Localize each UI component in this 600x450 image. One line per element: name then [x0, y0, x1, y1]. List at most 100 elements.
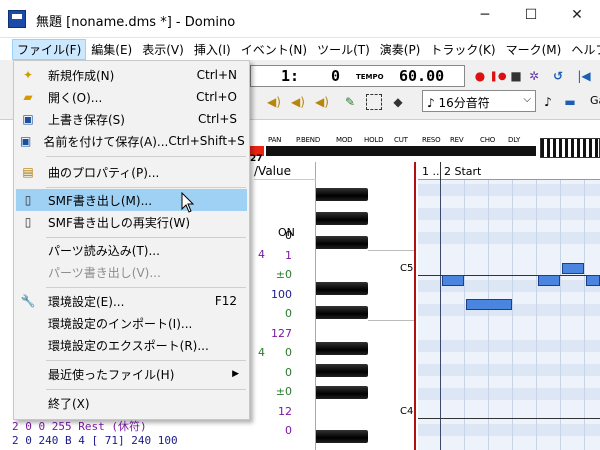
- value-column: 0 1 ±0 100 0 127 0 0 ±0 12 0: [252, 226, 292, 441]
- speaker-all-icon[interactable]: ◀): [314, 94, 330, 110]
- title-bar: 無題 [noname.dms *] - Domino ─ ☐ ✕: [0, 0, 600, 38]
- midi-note[interactable]: [586, 275, 600, 286]
- pause-record-icon[interactable]: ❚●: [489, 68, 506, 84]
- stop-icon[interactable]: ■: [508, 68, 524, 84]
- file-menu-dropdown: ✦ 新規作成(N) Ctrl+N ▰ 開く(O)... Ctrl+O ▣ 上書き…: [13, 60, 250, 420]
- menu-item-label: 名前を付けて保存(A)...: [43, 134, 169, 149]
- menu-item-preferences[interactable]: 🔧 環境設定(E)... F12: [16, 290, 247, 312]
- mouse-cursor-icon: [181, 192, 195, 213]
- menu-item-properties[interactable]: ▤ 曲のプロパティ(P)...: [16, 161, 247, 183]
- submenu-arrow-icon: ▶: [232, 369, 239, 379]
- black-key[interactable]: [316, 236, 368, 249]
- menu-item-open[interactable]: ▰ 開く(O)... Ctrl+O: [16, 86, 247, 108]
- select-rect-icon[interactable]: [366, 94, 382, 110]
- menu-event[interactable]: イベント(N): [236, 39, 312, 60]
- menu-item-shortcut: Ctrl+Shift+S: [168, 134, 245, 148]
- piano-roll-grid[interactable]: 1 .. 2 Start: [418, 162, 600, 450]
- note-single-icon[interactable]: ♪: [540, 94, 556, 110]
- pencil-icon[interactable]: ✎: [342, 94, 358, 110]
- menu-tools[interactable]: ツール(T): [312, 39, 375, 60]
- speaker-solo-icon[interactable]: ◀): [290, 94, 306, 110]
- menu-item-import-parts[interactable]: パーツ読み込み(T)...: [16, 239, 247, 261]
- menu-edit[interactable]: 編集(E): [86, 39, 137, 60]
- new-file-icon: ✦: [22, 68, 34, 82]
- close-button[interactable]: ✕: [554, 0, 600, 30]
- note-length-select[interactable]: ♪ 16分音符 ⌵: [422, 90, 536, 112]
- window-title: 無題 [noname.dms *] - Domino: [36, 15, 236, 30]
- black-key[interactable]: [316, 430, 368, 443]
- menu-item-new[interactable]: ✦ 新規作成(N) Ctrl+N: [16, 64, 247, 86]
- ctrl-pbend-label: P.BEND: [296, 136, 321, 144]
- measure-ruler[interactable]: 1 .. 2 Start: [418, 162, 600, 180]
- midi-note[interactable]: [466, 299, 512, 310]
- eraser-icon[interactable]: ◆: [390, 94, 406, 110]
- menu-file[interactable]: ファイル(F): [12, 38, 87, 60]
- controller-strip: PAN P.BEND MOD HOLD CUT RESO REV CHO DLY…: [250, 134, 600, 164]
- menu-item-import-prefs[interactable]: 環境設定のインポート(I)...: [16, 312, 247, 334]
- menu-item-export-prefs[interactable]: 環境設定のエクスポート(R)...: [16, 334, 247, 356]
- midi-note[interactable]: [538, 275, 560, 286]
- ctrl-pan-label: PAN: [268, 136, 282, 144]
- black-key[interactable]: [316, 282, 368, 295]
- record-icon[interactable]: ●: [472, 68, 488, 84]
- menu-item-exit[interactable]: 終了(X): [16, 392, 247, 414]
- value-cell: 100: [271, 287, 292, 301]
- value-cell: 0: [285, 346, 292, 359]
- octave-line-c4: [418, 418, 600, 419]
- go-to-start-icon[interactable]: |◀: [576, 68, 592, 84]
- gate-label: Ga: [590, 94, 600, 107]
- menu-item-recent-files[interactable]: 最近使ったファイル(H) ▶: [16, 363, 247, 385]
- save-as-icon: ▣: [20, 134, 32, 148]
- key-label-c5: C5: [400, 263, 414, 274]
- midi-devices-icon[interactable]: ✲: [526, 68, 542, 84]
- velocity-icon[interactable]: ▬: [562, 94, 578, 110]
- menu-item-shortcut: Ctrl+S: [197, 112, 237, 126]
- midi-note[interactable]: [562, 263, 584, 274]
- menu-insert[interactable]: 挿入(I): [189, 39, 236, 60]
- menu-item-label: パーツ読み込み(T)...: [48, 243, 160, 258]
- ctrl-meter-bar: [266, 146, 536, 156]
- piano-keyboard[interactable]: C5 C4: [316, 162, 416, 450]
- menu-item-label: 最近使ったファイル(H): [48, 367, 175, 382]
- speaker-icon[interactable]: ◀): [266, 94, 282, 110]
- smf-export-icon: ▯: [24, 193, 32, 207]
- roll-row: [418, 208, 600, 220]
- mini-keyboard[interactable]: [540, 138, 600, 158]
- event-row-note[interactable]: 2 0 240 B 4 [ 71] 240 100: [12, 434, 312, 447]
- roll-row: [418, 340, 600, 352]
- minimize-button[interactable]: ─: [462, 0, 508, 30]
- beat-line: [536, 180, 537, 450]
- roll-row: [418, 388, 600, 400]
- roll-row: [418, 232, 600, 244]
- menu-item-smf-reexport[interactable]: ▯ SMF書き出しの再実行(W): [16, 211, 247, 233]
- menu-item-label: 環境設定のインポート(I)...: [48, 316, 193, 331]
- menu-play[interactable]: 演奏(P): [375, 39, 426, 60]
- black-key[interactable]: [316, 386, 368, 399]
- value-cell: 0: [285, 307, 292, 320]
- menu-item-label: 新規作成(N): [48, 68, 115, 83]
- position-measure: 1:: [281, 67, 300, 85]
- ctrl-hold-label: HOLD: [364, 136, 384, 144]
- black-key[interactable]: [316, 188, 368, 201]
- smf-reexport-icon: ▯: [24, 215, 32, 229]
- menu-item-label: SMF書き出しの再実行(W): [48, 215, 191, 230]
- black-key[interactable]: [316, 342, 368, 355]
- black-key[interactable]: [316, 306, 368, 319]
- menu-track[interactable]: トラック(K): [425, 39, 500, 60]
- menu-separator: [46, 360, 246, 361]
- event-row-rest[interactable]: 2 0 0 255 Rest (休符): [12, 418, 312, 434]
- menu-item-smf-export[interactable]: ▯ SMF書き出し(M)...: [16, 189, 247, 211]
- menu-help[interactable]: ヘルプ(H): [566, 39, 600, 60]
- menu-view[interactable]: 表示(V): [137, 39, 189, 60]
- black-key[interactable]: [316, 364, 368, 377]
- menu-item-save[interactable]: ▣ 上書き保存(S) Ctrl+S: [16, 108, 247, 130]
- black-key[interactable]: [316, 212, 368, 225]
- midi-note[interactable]: [442, 275, 464, 286]
- key-divider: [368, 250, 414, 251]
- menu-item-label: 環境設定のエクスポート(R)...: [48, 338, 209, 353]
- domino-app-icon[interactable]: [8, 10, 26, 28]
- maximize-button[interactable]: ☐: [508, 0, 554, 30]
- loop-icon[interactable]: ↺: [550, 68, 566, 84]
- menu-mark[interactable]: マーク(M): [501, 39, 567, 60]
- menu-item-save-as[interactable]: ▣ 名前を付けて保存(A)... Ctrl+Shift+S: [16, 130, 247, 152]
